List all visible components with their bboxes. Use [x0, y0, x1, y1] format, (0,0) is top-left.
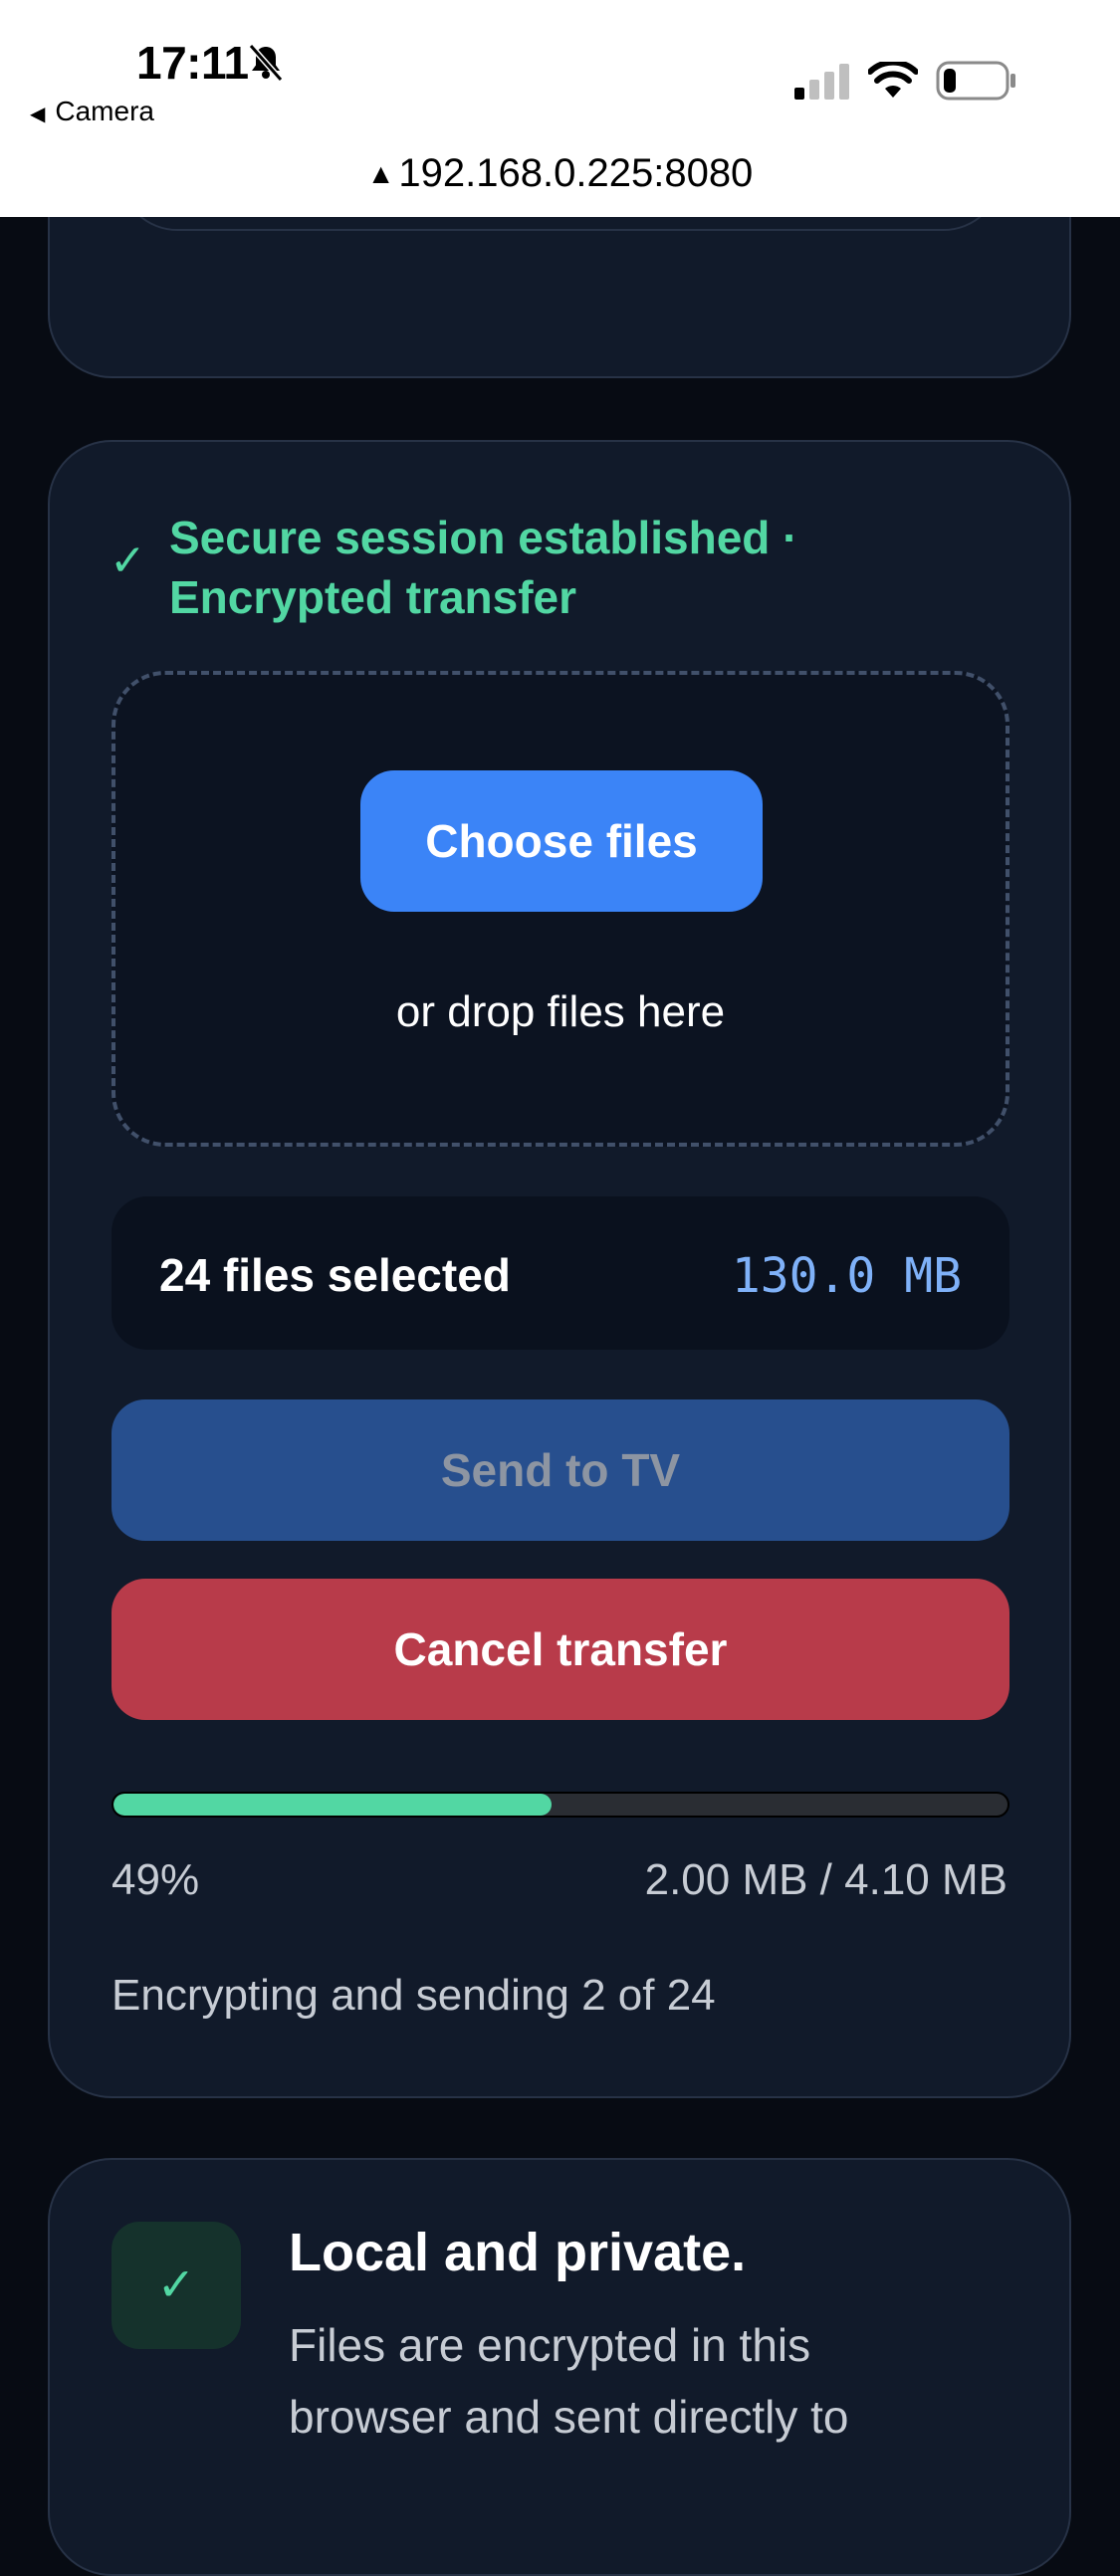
info-title: Local and private. [289, 2223, 747, 2282]
back-arrow-icon: ◀ [30, 104, 46, 125]
transfer-status: Encrypting and sending 2 of 24 [112, 1971, 716, 2020]
file-drop-zone[interactable]: Choose files or drop files here [112, 671, 1009, 1147]
privacy-badge: ✓ [112, 2222, 241, 2349]
back-to-camera-link[interactable]: ◀ Camera [30, 96, 154, 127]
choose-files-button[interactable]: Choose files [360, 770, 763, 912]
drop-hint-text: or drop files here [395, 987, 726, 1036]
secure-session-text: Secure session established · Encrypted t… [169, 512, 798, 623]
bell-slash-icon [248, 44, 284, 82]
transfer-card: ✓ Secure session established · Encrypted… [48, 440, 1071, 2098]
warning-triangle-icon: ▲ [366, 158, 395, 189]
selected-size: 130.0 MB [731, 1248, 962, 1304]
address-bar[interactable]: ▲ 192.168.0.225:8080 [0, 151, 1120, 196]
info-text: Files are encrypted in this browser and … [289, 2319, 849, 2443]
selection-summary: 24 files selected 130.0 MB [112, 1196, 1009, 1350]
cellular-signal-icon [794, 64, 849, 100]
status-time: 17:11 [136, 37, 249, 89]
battery-low-icon [936, 61, 1015, 101]
privacy-info-card: ✓ Local and private. Files are encrypted… [48, 2158, 1071, 2576]
cancel-transfer-button[interactable]: Cancel transfer [112, 1579, 1009, 1720]
url-text: 192.168.0.225:8080 [398, 151, 754, 195]
back-app-label: Camera [55, 96, 154, 126]
progress-bar-fill [113, 1794, 553, 1816]
send-to-tv-button[interactable]: Send to TV [112, 1399, 1009, 1541]
selected-count: 24 files selected [159, 1249, 511, 1301]
wifi-icon [868, 62, 918, 98]
progress-bar [112, 1792, 1009, 1818]
browser-top-bar: 17:11 ◀ Camera ▲ 192.168.0.225:8080 [0, 0, 1120, 217]
progress-bytes: 2.00 MB / 4.10 MB [644, 1855, 1008, 1904]
progress-percent: 49% [112, 1855, 200, 1904]
check-icon: ✓ [156, 2258, 196, 2310]
check-icon: ✓ [110, 537, 146, 585]
